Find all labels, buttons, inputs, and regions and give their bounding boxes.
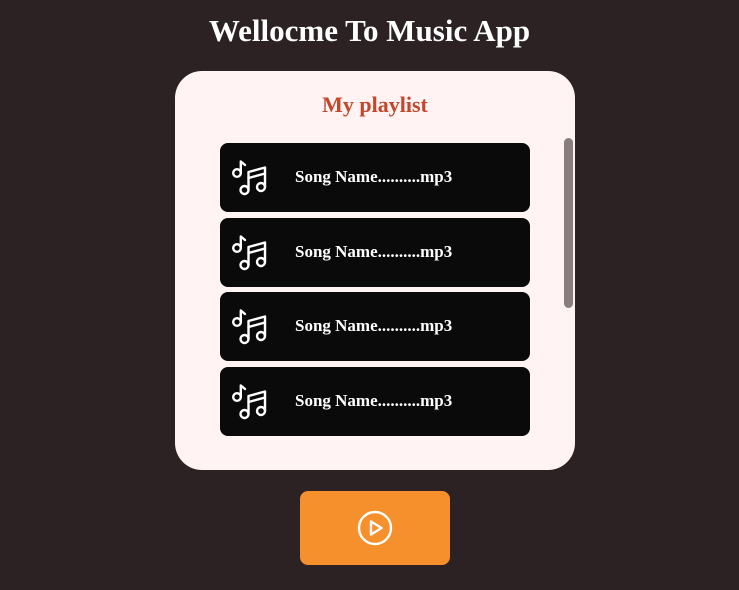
playlist-scrollbar[interactable]: [564, 138, 573, 308]
song-name: Song Name..........mp3: [295, 390, 453, 410]
music-notes-icon: [232, 383, 267, 419]
song-name: Song Name..........mp3: [295, 316, 453, 335]
app-title: Wellocme To Music App: [208, 13, 531, 48]
song-item[interactable]: Song Name..........mp3: [220, 217, 530, 287]
song-name: Song Name..........mp3: [295, 241, 453, 261]
song-item[interactable]: Song Name..........mp3: [220, 292, 530, 361]
music-notes-icon: [232, 160, 267, 196]
play-circle-icon: [357, 510, 393, 546]
song-item[interactable]: Song Name..........mp3: [220, 366, 530, 436]
playlist-card: My playlist Song Name..........mp3 Song …: [175, 71, 575, 470]
play-button[interactable]: [300, 491, 450, 565]
song-list: Song Name..........mp3 Song Name........…: [220, 143, 530, 441]
music-notes-icon: [232, 309, 267, 345]
music-notes-icon: [232, 234, 267, 270]
song-item[interactable]: Song Name..........mp3: [220, 143, 530, 212]
song-name: Song Name..........mp3: [295, 167, 453, 186]
playlist-title: My playlist: [322, 92, 428, 117]
